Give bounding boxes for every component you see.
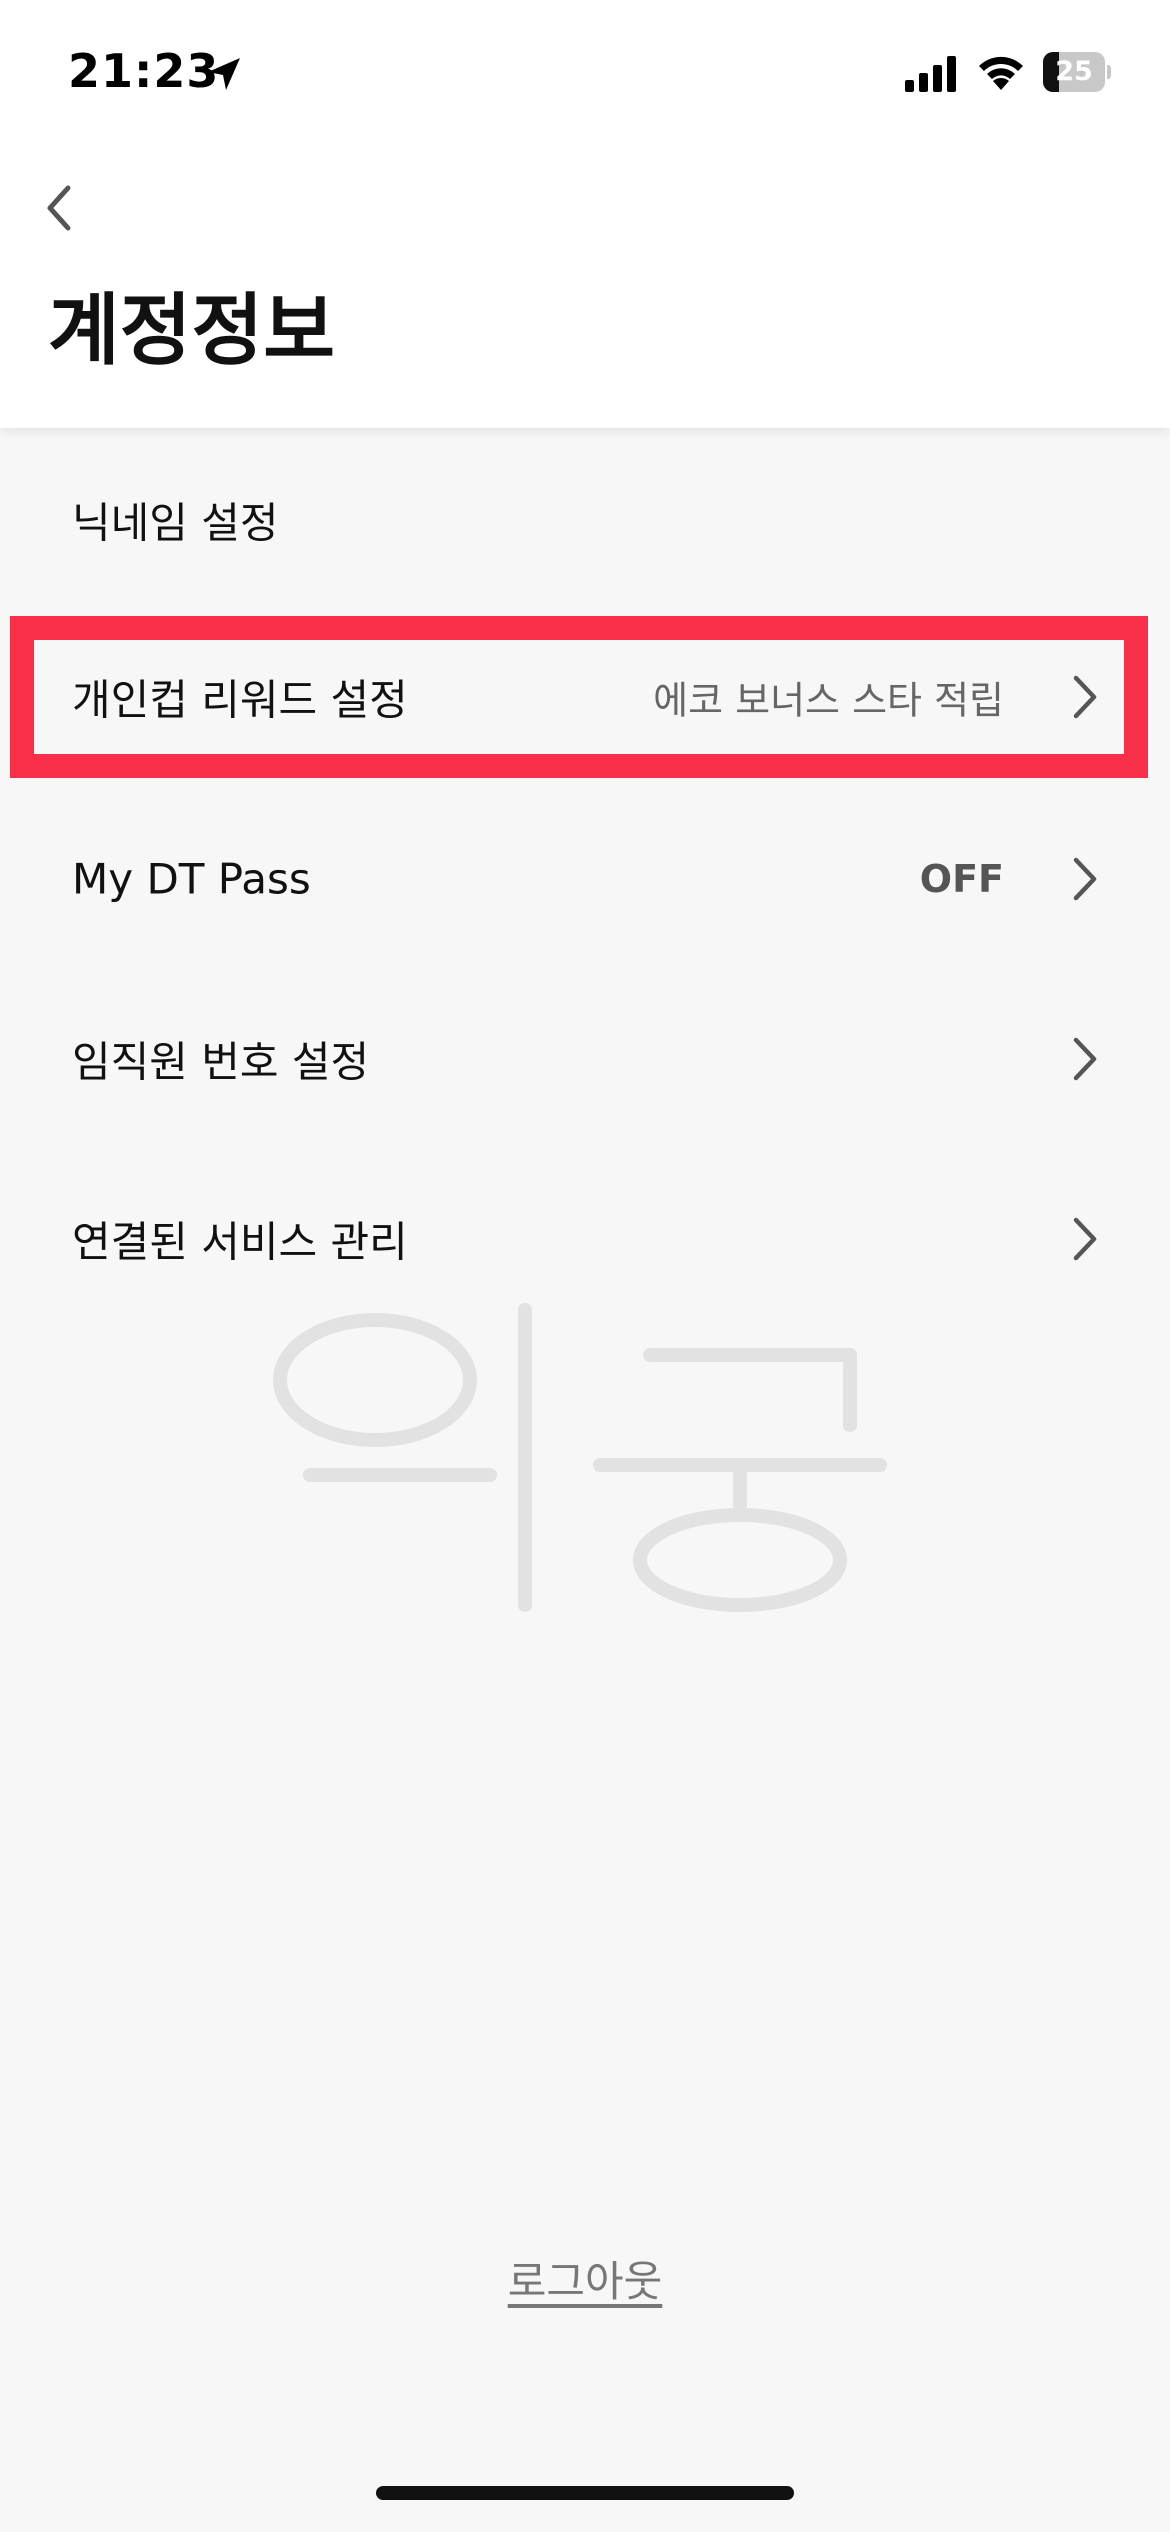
page-title: 계정정보 [48,286,336,376]
logout-link[interactable]: 로그아웃 [0,2248,1170,2309]
menu-item-label: 임직원 번호 설정 [72,1037,370,1087]
menu-item-connected-services[interactable]: 연결된 서비스 관리 [0,1164,1170,1314]
chevron-left-icon [47,185,71,231]
chevron-right-icon [1073,675,1097,719]
status-time: 21:23 [68,44,220,98]
home-indicator[interactable] [376,2486,794,2500]
battery-icon: 25 [1043,52,1111,92]
menu-item-label: My DT Pass [72,854,311,904]
menu-item-nickname[interactable]: 닉네임 설정 [0,445,1170,595]
menu-item-employee-number[interactable]: 임직원 번호 설정 [0,984,1170,1134]
chevron-right-icon [1073,1037,1097,1081]
wifi-icon [979,56,1023,90]
chevron-right-icon [1073,1217,1097,1261]
menu-item-my-dt-pass[interactable]: My DT Pass OFF [0,804,1170,954]
chevron-right-icon [1073,857,1097,901]
watermark-emboss [273,1303,887,1612]
status-bar: 21:23 25 [0,0,1170,150]
cellular-signal-icon [905,56,956,92]
location-arrow-icon [208,58,240,90]
menu-item-label: 연결된 서비스 관리 [72,1217,408,1267]
back-button[interactable] [36,166,96,246]
menu-item-label: 개인컵 리워드 설정 [72,675,408,725]
menu-item-value: OFF [919,857,1004,901]
menu-item-value: 에코 보너스 스타 적립 [653,678,1004,723]
menu-item-label: 닉네임 설정 [72,498,279,548]
battery-level: 25 [1055,56,1093,87]
header: 21:23 25 계정정보 [0,0,1170,428]
menu-item-personal-cup-reward[interactable]: 개인컵 리워드 설정 에코 보너스 스타 적립 [0,622,1170,772]
